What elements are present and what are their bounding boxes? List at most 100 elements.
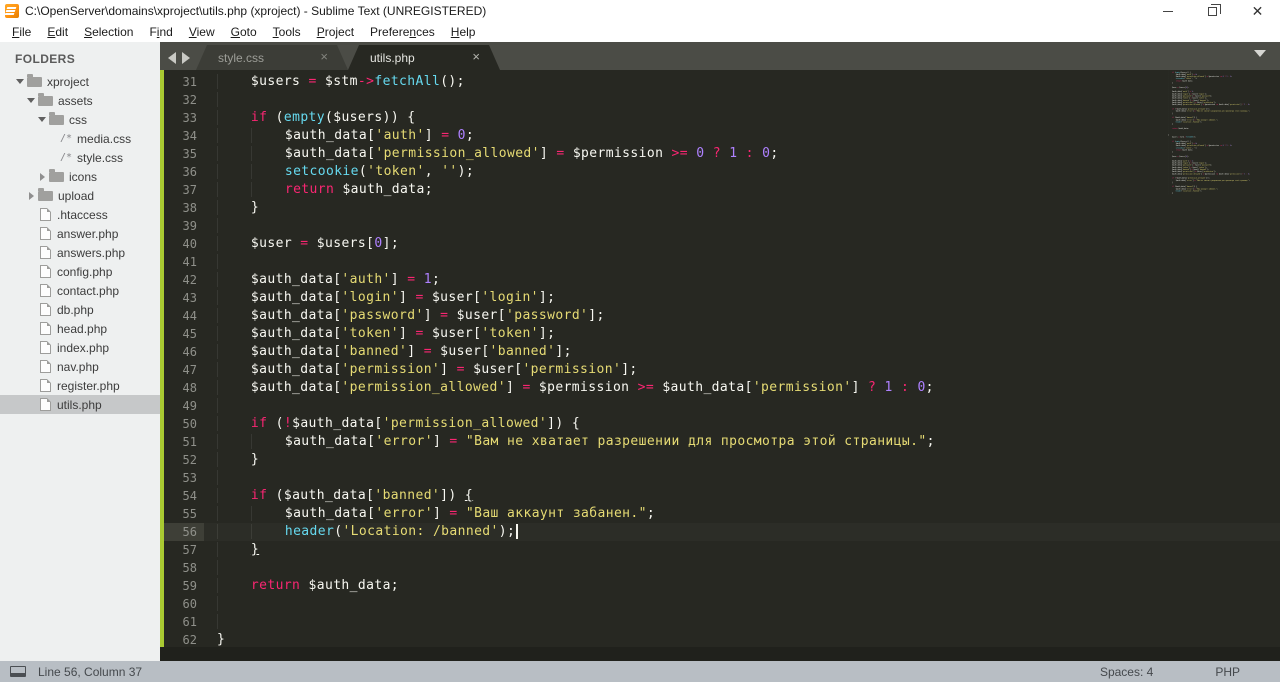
- tab-label: utils.php: [370, 50, 415, 65]
- window-controls: ✕: [1145, 0, 1280, 22]
- tab-scroll-left-icon[interactable]: [168, 51, 176, 64]
- menu-item-selection[interactable]: Selection: [76, 23, 141, 41]
- code-line[interactable]: 51 $auth_data['error'] = "Вам не хватает…: [160, 433, 1280, 451]
- line-number: 56: [160, 523, 204, 541]
- sidebar-toggle-icon[interactable]: [10, 666, 26, 677]
- sidebar-item-label: style.css: [77, 150, 124, 165]
- sidebar-item-css[interactable]: css: [0, 110, 160, 129]
- css-file-icon: /*: [60, 152, 73, 163]
- code-area[interactable]: 31 $users = $stm->fetchAll(); 32 33 if (e…: [160, 73, 1280, 651]
- horizontal-scrollbar[interactable]: [160, 647, 1280, 661]
- sidebar-item-label: media.css: [77, 131, 132, 146]
- code-line[interactable]: 45 $auth_data['token'] = $user['token'];: [160, 325, 1280, 343]
- sidebar-item-answers.php[interactable]: answers.php: [0, 243, 160, 262]
- menu-item-project[interactable]: Project: [309, 23, 362, 41]
- sidebar-item-db.php[interactable]: db.php: [0, 300, 160, 319]
- sidebar-item-register.php[interactable]: register.php: [0, 376, 160, 395]
- code-line[interactable]: 41: [160, 253, 1280, 271]
- menu-item-view[interactable]: View: [181, 23, 223, 41]
- code-line[interactable]: 37 return $auth_data;: [160, 181, 1280, 199]
- code-line[interactable]: 31 $users = $stm->fetchAll();: [160, 73, 1280, 91]
- chevron-down-icon[interactable]: [36, 117, 48, 122]
- sidebar-item-nav.php[interactable]: nav.php: [0, 357, 160, 376]
- minimize-icon: [1162, 10, 1173, 12]
- status-line-col[interactable]: Line 56, Column 37: [38, 665, 142, 679]
- tab-overflow-icon[interactable]: [1254, 50, 1266, 57]
- sidebar-item-utils.php[interactable]: utils.php: [0, 395, 160, 414]
- code-line[interactable]: 39: [160, 217, 1280, 235]
- status-syntax[interactable]: PHP: [1215, 665, 1240, 679]
- tab-close-icon[interactable]: ×: [320, 49, 328, 65]
- menu-item-help[interactable]: Help: [443, 23, 484, 41]
- code-line[interactable]: 43 $auth_data['login'] = $user['login'];: [160, 289, 1280, 307]
- code-line[interactable]: 44 $auth_data['password'] = $user['passw…: [160, 307, 1280, 325]
- close-button[interactable]: ✕: [1235, 0, 1280, 22]
- sidebar-item-xproject[interactable]: xproject: [0, 72, 160, 91]
- code-line[interactable]: 32: [160, 91, 1280, 109]
- sidebar-item-head.php[interactable]: head.php: [0, 319, 160, 338]
- code-line[interactable]: 53: [160, 469, 1280, 487]
- sidebar-item-label: answers.php: [57, 245, 126, 260]
- modified-lines-strip: [160, 70, 164, 648]
- line-number: 48: [182, 381, 197, 395]
- menu-item-preferences[interactable]: Preferences: [362, 23, 443, 41]
- restore-button[interactable]: [1190, 0, 1235, 22]
- text-cursor: [516, 524, 518, 539]
- minimize-button[interactable]: [1145, 0, 1190, 22]
- close-icon: ✕: [1251, 3, 1264, 19]
- code-line[interactable]: 48 $auth_data['permission_allowed'] = $p…: [160, 379, 1280, 397]
- menu-item-edit[interactable]: Edit: [39, 23, 76, 41]
- menu-item-tools[interactable]: Tools: [265, 23, 309, 41]
- chevron-down-icon[interactable]: [25, 98, 37, 103]
- sidebar-item-upload[interactable]: upload: [0, 186, 160, 205]
- chevron-right-icon[interactable]: [25, 191, 37, 200]
- tab-scroll-right-icon[interactable]: [182, 51, 190, 64]
- code-line[interactable]: 58: [160, 559, 1280, 577]
- sidebar-item-index.php[interactable]: index.php: [0, 338, 160, 357]
- minimap[interactable]: $users = $stm->fetchAll(); if (empty($us…: [1168, 70, 1274, 195]
- code-line[interactable]: 57 }: [160, 541, 1280, 559]
- code-line[interactable]: 59 return $auth_data;: [160, 577, 1280, 595]
- code-line[interactable]: 42 $auth_data['auth'] = 1;: [160, 271, 1280, 289]
- code-line[interactable]: 56 header('Location: /banned');: [160, 523, 1280, 541]
- line-number: 61: [182, 615, 197, 629]
- code-line[interactable]: 40 $user = $users[0];: [160, 235, 1280, 253]
- code-line[interactable]: 46 $auth_data['banned'] = $user['banned'…: [160, 343, 1280, 361]
- sidebar-item-answer.php[interactable]: answer.php: [0, 224, 160, 243]
- sidebar-item-icons[interactable]: icons: [0, 167, 160, 186]
- code-line[interactable]: 55 $auth_data['error'] = "Ваш аккаунт за…: [160, 505, 1280, 523]
- line-number: 32: [182, 93, 197, 107]
- sidebar-item-config.php[interactable]: config.php: [0, 262, 160, 281]
- sidebar-item-.htaccess[interactable]: .htaccess: [0, 205, 160, 224]
- menu-item-goto[interactable]: Goto: [223, 23, 265, 41]
- line-number: 60: [182, 597, 197, 611]
- code-line[interactable]: 60: [160, 595, 1280, 613]
- tab-utils.php[interactable]: utils.php ×: [348, 45, 500, 70]
- code-line[interactable]: 54 if ($auth_data['banned']) {: [160, 487, 1280, 505]
- line-number: 54: [182, 489, 197, 503]
- menu-item-file[interactable]: File: [4, 23, 39, 41]
- code-line[interactable]: 36 setcookie('token', '');: [160, 163, 1280, 181]
- sidebar-item-assets[interactable]: assets: [0, 91, 160, 110]
- sidebar-item-style.css[interactable]: /* style.css: [0, 148, 160, 167]
- chevron-down-icon[interactable]: [14, 79, 26, 84]
- code-line[interactable]: 49: [160, 397, 1280, 415]
- chevron-right-icon[interactable]: [36, 172, 48, 181]
- code-line[interactable]: 50 if (!$auth_data['permission_allowed']…: [160, 415, 1280, 433]
- code-line[interactable]: 47 $auth_data['permission'] = $user['per…: [160, 361, 1280, 379]
- sidebar-item-media.css[interactable]: /* media.css: [0, 129, 160, 148]
- title-bar: C:\OpenServer\domains\xproject\utils.php…: [0, 0, 1280, 22]
- line-number: 55: [182, 507, 197, 521]
- code-line[interactable]: 52 }: [160, 451, 1280, 469]
- status-indentation[interactable]: Spaces: 4: [1100, 665, 1153, 679]
- code-line[interactable]: 38 }: [160, 199, 1280, 217]
- code-line[interactable]: 33 if (empty($users)) {: [160, 109, 1280, 127]
- code-line[interactable]: 35 $auth_data['permission_allowed'] = $p…: [160, 145, 1280, 163]
- tab-close-icon[interactable]: ×: [472, 49, 480, 65]
- tab-style.css[interactable]: style.css ×: [196, 45, 348, 70]
- code-line[interactable]: 34 $auth_data['auth'] = 0;: [160, 127, 1280, 145]
- sidebar-item-contact.php[interactable]: contact.php: [0, 281, 160, 300]
- line-number: 51: [182, 435, 197, 449]
- code-line[interactable]: 61: [160, 613, 1280, 631]
- menu-item-find[interactable]: Find: [141, 23, 180, 41]
